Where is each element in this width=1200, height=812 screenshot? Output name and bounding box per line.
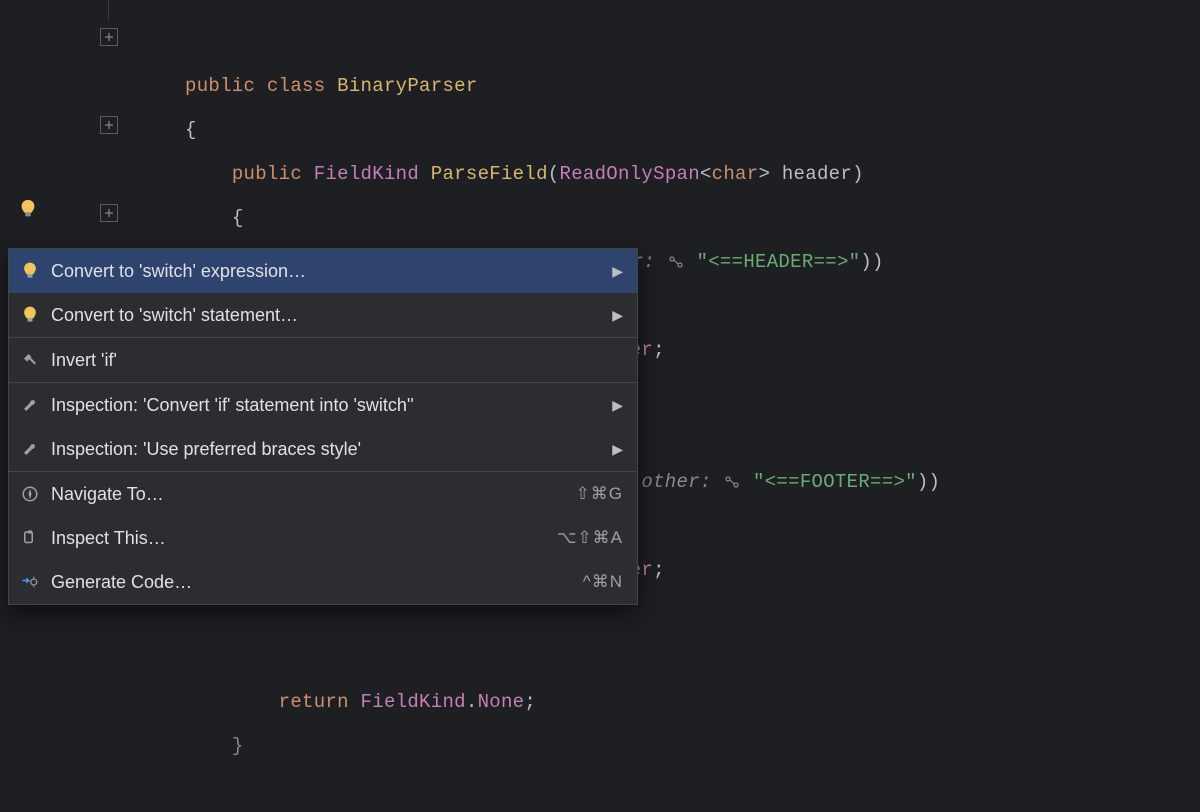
menu-label: Navigate To… [51, 484, 576, 505]
tok-keyword: char [712, 163, 759, 185]
inlay-hint: other: [641, 471, 711, 493]
fold-handle-icon[interactable] [100, 28, 118, 46]
menu-label: Convert to 'switch' statement… [51, 305, 604, 326]
tok-member: None [478, 691, 525, 713]
menu-label: Generate Code… [51, 572, 583, 593]
menu-item-convert-switch-expression[interactable]: Convert to 'switch' expression… ▶ [9, 249, 637, 293]
tok-punct: ; [653, 339, 665, 361]
tok-punct: ( [548, 163, 560, 185]
tok-type: ReadOnlySpan [560, 163, 700, 185]
menu-item-navigate-to[interactable]: Navigate To… ⇧⌘G [9, 472, 637, 516]
tok-punct: > [758, 163, 770, 185]
fold-handle-icon[interactable] [100, 204, 118, 222]
tok-punct: )) [860, 251, 883, 273]
inspect-icon [19, 527, 41, 549]
tok-string: "<==FOOTER==>" [753, 471, 917, 493]
fold-handle-icon[interactable] [100, 116, 118, 134]
menu-item-inspect-this[interactable]: Inspect This… ⌥⇧⌘A [9, 516, 637, 560]
menu-item-inspection-braces[interactable]: Inspection: 'Use preferred braces style'… [9, 427, 637, 471]
lightbulb-icon[interactable] [17, 198, 39, 220]
tok-param: header [782, 163, 852, 185]
param-link-icon [723, 475, 741, 489]
submenu-arrow-icon: ▶ [612, 441, 623, 458]
submenu-arrow-icon: ▶ [612, 397, 623, 414]
submenu-arrow-icon: ▶ [612, 307, 623, 324]
wrench-icon [19, 438, 41, 460]
gutter [0, 0, 130, 20]
tok-brace: } [232, 735, 244, 757]
wrench-icon [19, 394, 41, 416]
hammer-icon [19, 349, 41, 371]
tok-keyword: public [232, 163, 302, 185]
menu-item-invert-if[interactable]: Invert 'if' [9, 338, 637, 382]
param-link-icon [667, 255, 685, 269]
tok-punct: ; [653, 559, 665, 581]
tok-brace: { [232, 207, 244, 229]
menu-shortcut: ⇧⌘G [576, 484, 623, 504]
tok-method-name: ParseField [431, 163, 548, 185]
tok-type: FieldKind [314, 163, 419, 185]
tok-punct: < [700, 163, 712, 185]
tok-keyword: class [267, 75, 326, 97]
menu-item-generate-code[interactable]: Generate Code… ^⌘N [9, 560, 637, 604]
tok-keyword: public [185, 75, 255, 97]
submenu-arrow-icon: ▶ [612, 263, 623, 280]
menu-label: Convert to 'switch' expression… [51, 261, 604, 282]
menu-label: Inspection: 'Use preferred braces style' [51, 439, 604, 460]
menu-shortcut: ⌥⇧⌘A [557, 528, 623, 548]
bulb-yellow-icon [19, 304, 41, 326]
menu-label: Inspect This… [51, 528, 557, 549]
quick-fix-menu: Convert to 'switch' expression… ▶ Conver… [8, 248, 638, 605]
menu-item-convert-switch-statement[interactable]: Convert to 'switch' statement… ▶ [9, 293, 637, 337]
menu-shortcut: ^⌘N [583, 572, 623, 592]
tok-punct: )) [917, 471, 940, 493]
tok-punct: ) [852, 163, 864, 185]
code-editor[interactable]: public class BinaryParser { public Field… [0, 0, 1200, 20]
tok-type: FieldKind [361, 691, 466, 713]
menu-item-inspection-convert-if[interactable]: Inspection: 'Convert 'if' statement into… [9, 383, 637, 427]
tok-class-name: BinaryParser [337, 75, 477, 97]
tok-punct: . [466, 691, 478, 713]
menu-label: Inspection: 'Convert 'if' statement into… [51, 395, 604, 416]
tok-keyword: return [279, 691, 349, 713]
tok-string: "<==HEADER==>" [697, 251, 861, 273]
bulb-yellow-icon [19, 260, 41, 282]
compass-icon [19, 483, 41, 505]
menu-label: Invert 'if' [51, 350, 623, 371]
tok-brace: { [185, 119, 197, 141]
tok-punct: ; [524, 691, 536, 713]
arrow-gear-icon [19, 571, 41, 593]
